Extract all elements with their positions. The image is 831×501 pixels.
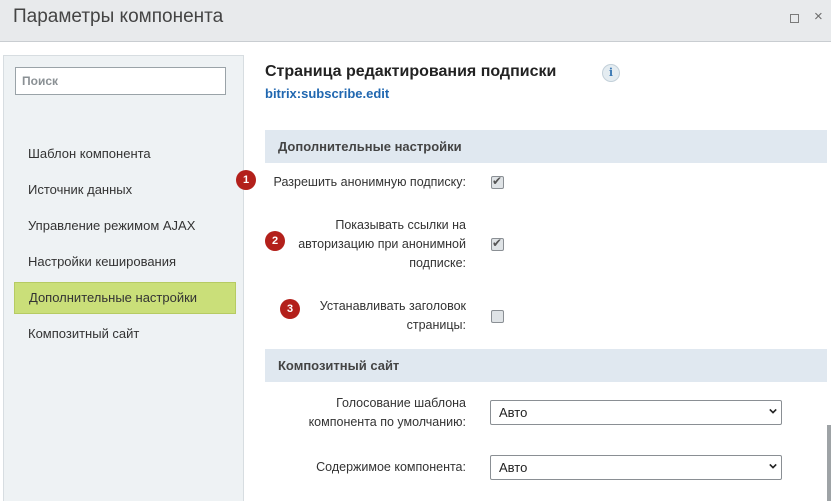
step-badge-3: 3: [280, 299, 300, 319]
sidebar-item-additional[interactable]: Дополнительные настройки: [14, 282, 236, 314]
component-title: Страница редактирования подписки: [265, 63, 557, 80]
label-template-vote: Голосование шаблона компонента по умолча…: [265, 394, 466, 432]
select-template-vote[interactable]: Авто: [490, 400, 782, 425]
label-anonymous-subscription: Разрешить анонимную подписку:: [265, 173, 466, 192]
maximize-icon[interactable]: [790, 14, 799, 23]
chevron-down-icon: [769, 463, 777, 469]
window-titlebar: Параметры компонента ×: [0, 0, 831, 42]
sidebar-item-cache[interactable]: Настройки кеширования: [14, 246, 236, 278]
close-icon[interactable]: ×: [814, 9, 823, 24]
label-line: Содержимое компонента:: [316, 460, 466, 474]
sidebar: Шаблон компонента Источник данных Управл…: [3, 55, 244, 501]
step-badge-1: 1: [236, 170, 256, 190]
sidebar-item-ajax[interactable]: Управление режимом AJAX: [14, 210, 236, 242]
label-line: авторизацию при анонимной: [298, 237, 466, 251]
search-input[interactable]: [15, 67, 226, 95]
sidebar-item-template[interactable]: Шаблон компонента: [14, 138, 236, 170]
section-header-composite: Композитный сайт: [265, 349, 827, 382]
sidebar-item-data-source[interactable]: Источник данных: [14, 174, 236, 206]
step-badge-2: 2: [265, 231, 285, 251]
select-value: Авто: [499, 460, 528, 475]
label-line: Голосование шаблона: [336, 396, 466, 410]
label-show-auth-links: Показывать ссылки на авторизацию при ано…: [265, 216, 466, 273]
window-title: Параметры компонента: [13, 6, 224, 27]
label-line: подписке:: [409, 256, 466, 270]
check-icon: ✔: [492, 236, 503, 250]
label-line: страницы:: [406, 318, 466, 332]
label-line: Разрешить анонимную подписку:: [273, 175, 466, 189]
label-line: компонента по умолчанию:: [308, 415, 466, 429]
label-line: Показывать ссылки на: [335, 218, 466, 232]
sidebar-item-composite[interactable]: Композитный сайт: [14, 318, 236, 350]
label-component-content: Содержимое компонента:: [265, 458, 466, 477]
checkbox-set-page-title[interactable]: [491, 310, 504, 323]
checkbox-anonymous-subscription[interactable]: ✔: [491, 174, 504, 189]
checkbox-show-auth-links[interactable]: ✔: [491, 236, 504, 251]
check-icon: ✔: [492, 174, 503, 188]
select-component-content[interactable]: Авто: [490, 455, 782, 480]
main-panel: Страница редактирования подписки i bitri…: [265, 55, 827, 501]
section-header-additional: Дополнительные настройки: [265, 130, 827, 163]
component-code: bitrix:subscribe.edit: [265, 86, 390, 101]
select-value: Авто: [499, 405, 528, 420]
info-icon[interactable]: i: [602, 64, 620, 82]
chevron-down-icon: [769, 408, 777, 414]
sidebar-nav: Шаблон компонента Источник данных Управл…: [14, 138, 236, 354]
scrollbar[interactable]: [827, 425, 831, 501]
